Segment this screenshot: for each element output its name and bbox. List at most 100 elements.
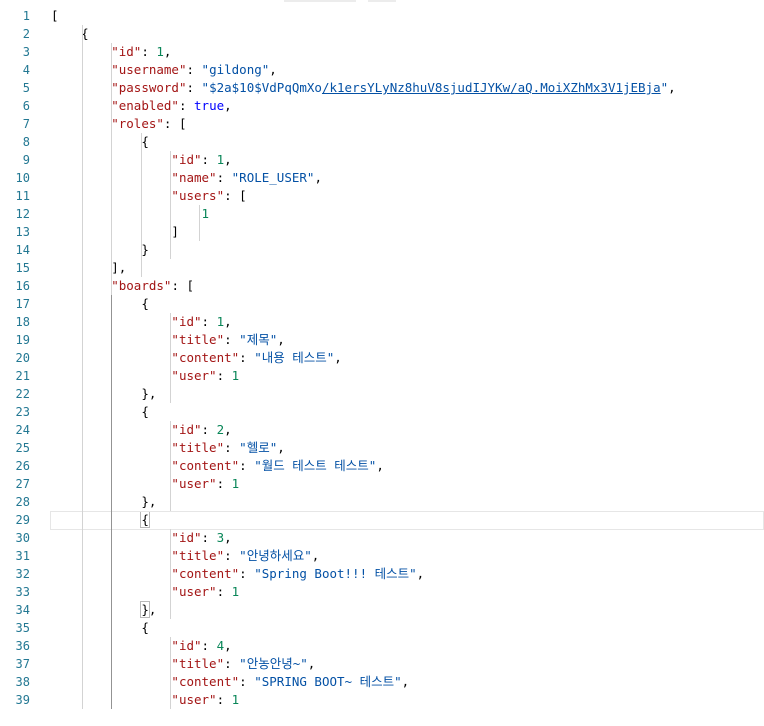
json-key: "users" <box>171 188 225 203</box>
code-line[interactable]: 10 "name": "ROLE_USER", <box>0 169 764 187</box>
code-text: ], <box>51 259 126 277</box>
code-line[interactable]: 1[ <box>0 7 764 25</box>
code-text: { <box>51 295 149 313</box>
tab-indicator[interactable] <box>368 0 396 2</box>
json-punctuation: { <box>140 511 150 528</box>
code-line[interactable]: 27 "user": 1 <box>0 475 764 493</box>
code-line[interactable]: 34 }, <box>0 601 764 619</box>
line-number: 29 <box>15 513 30 527</box>
json-punctuation: [ <box>186 278 195 293</box>
code-line[interactable]: 12 1 <box>0 205 764 223</box>
code-line[interactable]: 29 { <box>0 511 764 530</box>
code-text: ] <box>51 223 179 241</box>
code-line[interactable]: 32 "content": "Spring Boot!!! 테스트", <box>0 565 764 583</box>
line-number: 8 <box>22 135 30 149</box>
json-punctuation: , <box>277 440 285 455</box>
json-punctuation: } <box>141 494 149 509</box>
json-number-value: 1 <box>156 44 164 59</box>
code-text: "user": 1 <box>171 476 240 491</box>
code-line[interactable]: 3 "id": 1, <box>0 43 764 61</box>
code-line[interactable]: 23 { <box>0 403 764 421</box>
code-text: "content": "Spring Boot!!! 테스트", <box>171 566 425 581</box>
code-line[interactable]: 36 "id": 4, <box>0 637 764 655</box>
json-punctuation: { <box>141 404 149 419</box>
code-line[interactable]: 26 "content": "월드 테스트 테스트", <box>0 457 764 475</box>
code-line[interactable]: 33 "user": 1 <box>0 583 764 601</box>
json-punctuation: [ <box>239 188 247 203</box>
code-line[interactable]: 39 "user": 1 <box>0 691 764 709</box>
json-punctuation: [ <box>51 8 59 23</box>
json-punctuation: , <box>148 386 157 401</box>
line-number: 33 <box>15 585 30 599</box>
code-text: "user": 1 <box>171 584 240 599</box>
code-line[interactable]: 21 "user": 1 <box>0 367 764 385</box>
code-line[interactable]: 25 "title": "헬로", <box>0 439 764 457</box>
json-key: "content" <box>171 674 240 689</box>
json-editor[interactable]: 1[2 {3 "id": 1, 4 "username": "gildong", 5… <box>0 7 764 709</box>
code-line[interactable]: 35 { <box>0 619 764 637</box>
json-punctuation: , <box>307 656 316 671</box>
json-string-value: "월드 테스트 테스트" <box>254 458 377 473</box>
json-number-value: 1 <box>231 692 240 707</box>
code-text: "title": "헬로", <box>171 440 285 455</box>
json-string-value: "ROLE_USER" <box>231 170 315 185</box>
json-string-value: "안농안녕~" <box>239 656 308 671</box>
code-line[interactable]: 13 ] <box>0 223 764 241</box>
code-text: }, <box>51 601 156 619</box>
code-line[interactable]: 4 "username": "gildong", <box>0 61 764 79</box>
code-line[interactable]: 38 "content": "SPRING BOOT~ 테스트", <box>0 673 764 691</box>
code-line[interactable]: 8 { <box>0 133 764 151</box>
code-line[interactable]: 24 "id": 2, <box>0 421 764 439</box>
json-punctuation: , <box>668 80 676 95</box>
line-number: 23 <box>15 405 30 419</box>
code-line[interactable]: 5 "password": "$2a$10$VdPqQmXo/k1ersYLyN… <box>0 79 764 97</box>
json-key: "boards" <box>111 278 172 293</box>
code-line[interactable]: 17 { <box>0 295 764 313</box>
code-line[interactable]: 9 "id": 1, <box>0 151 764 169</box>
indent-guide <box>111 295 113 709</box>
code-line[interactable]: 37 "title": "안농안녕~", <box>0 655 764 673</box>
json-punctuation: , <box>376 458 384 473</box>
json-number-value: 1 <box>201 206 210 221</box>
json-string-value: "헬로" <box>239 440 278 455</box>
json-key: "id" <box>171 422 202 437</box>
code-text: { <box>51 403 149 421</box>
code-line[interactable]: 7 "roles": [ <box>0 115 764 133</box>
code-line[interactable]: 22 }, <box>0 385 764 403</box>
json-punctuation: } <box>141 242 149 257</box>
code-text: "content": "월드 테스트 테스트", <box>171 458 384 473</box>
code-line[interactable]: 15 ], <box>0 259 764 277</box>
code-line[interactable]: 6 "enabled": true, <box>0 97 764 115</box>
code-text: "id": 4, <box>171 638 232 653</box>
code-line[interactable]: 19 "title": "제목", <box>0 331 764 349</box>
code-line[interactable]: 18 "id": 1, <box>0 313 764 331</box>
code-line[interactable]: 11 "users": [ <box>0 187 764 205</box>
tab-indicator[interactable] <box>284 0 356 2</box>
json-number-value: 1 <box>216 152 225 167</box>
code-text: 1 <box>51 205 210 223</box>
code-line[interactable]: 2 { <box>0 25 764 43</box>
code-line[interactable]: 31 "title": "안녕하세요", <box>0 547 764 565</box>
line-number: 39 <box>15 693 30 707</box>
line-number: 37 <box>15 657 30 671</box>
code-text: } <box>51 241 149 259</box>
json-key: "id" <box>171 638 202 653</box>
json-punctuation: , <box>269 62 277 77</box>
json-punctuation: , <box>277 332 285 347</box>
top-tab-strip <box>0 0 764 2</box>
line-number: 26 <box>15 459 30 473</box>
code-line[interactable]: 20 "content": "내용 테스트", <box>0 349 764 367</box>
json-punctuation: , <box>118 260 127 275</box>
line-number: 3 <box>22 45 30 59</box>
line-number: 12 <box>15 207 30 221</box>
code-line[interactable]: 16 "boards": [ <box>0 277 764 295</box>
code-text: { <box>51 511 150 529</box>
code-line[interactable]: 14 } <box>0 241 764 259</box>
code-line[interactable]: 30 "id": 3, <box>0 529 764 547</box>
json-key: "username" <box>111 62 187 77</box>
code-line[interactable]: 28 }, <box>0 493 764 511</box>
json-key: "content" <box>171 350 240 365</box>
code-text: "user": 1 <box>171 692 240 707</box>
json-key: "user" <box>171 584 217 599</box>
json-punctuation: , <box>224 638 232 653</box>
